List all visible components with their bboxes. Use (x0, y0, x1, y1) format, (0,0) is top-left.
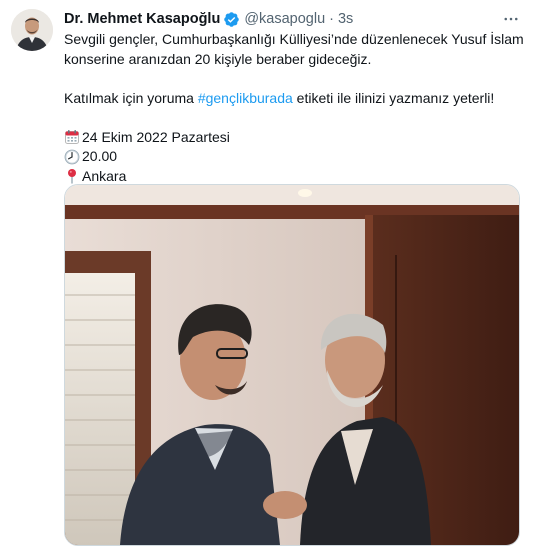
separator-dot: · (329, 11, 334, 27)
event-date-line: 24 Ekim 2022 Pazartesi (64, 128, 524, 148)
avatar[interactable] (11, 9, 53, 51)
tweet-header: Dr. Mehmet Kasapoğlu @kasapoglu · 3s (64, 9, 494, 29)
tweet: Dr. Mehmet Kasapoğlu @kasapoglu · 3s Sev… (0, 0, 534, 546)
avatar-image (11, 9, 53, 51)
instructions-text-end: etiketi ile ilinizi yazmanız yeterli! (292, 89, 495, 106)
instructions-text-start: Katılmak için yoruma (64, 89, 198, 106)
event-time-line: 20.00 (64, 147, 524, 167)
tweet-timestamp[interactable]: 3s (338, 11, 353, 27)
tweet-paragraph-announcement: Sevgili gençler, Cumhurbaşkanlığı Külliy… (64, 31, 524, 67)
tweet-paragraph-instructions: Katılmak için yoruma #gençlikburada etik… (64, 89, 524, 109)
verified-badge-icon (223, 11, 240, 28)
clock-icon (64, 149, 80, 165)
tweet-photo[interactable] (64, 184, 520, 546)
event-time: 20.00 (82, 148, 118, 164)
photo-two-men-greeting (65, 185, 519, 545)
event-date: 24 Ekim 2022 Pazartesi (82, 128, 230, 145)
calendar-icon (64, 129, 80, 145)
location-pin-icon (64, 168, 80, 184)
tweet-text: Sevgili gençler, Cumhurbaşkanlığı Külliy… (64, 30, 524, 186)
more-options-icon[interactable] (500, 8, 522, 30)
author-handle[interactable]: @kasapoglu (244, 11, 325, 27)
hashtag-link[interactable]: #gençlikburada (198, 90, 293, 106)
author-display-name[interactable]: Dr. Mehmet Kasapoğlu (64, 11, 220, 27)
